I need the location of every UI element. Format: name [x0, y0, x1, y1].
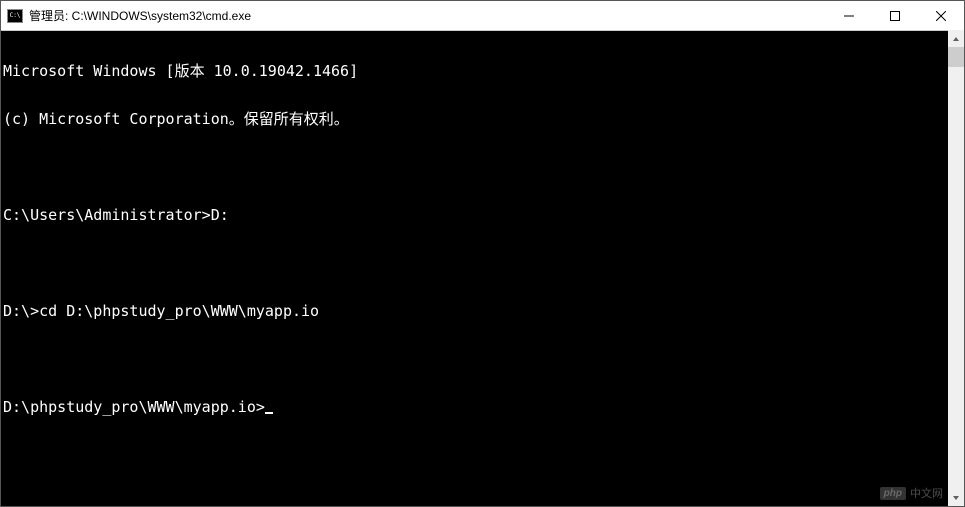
window-controls [826, 1, 964, 30]
chevron-up-icon [952, 35, 960, 43]
scroll-down-button[interactable] [948, 489, 964, 506]
watermark: php 中文网 [880, 485, 943, 501]
cursor [265, 412, 273, 414]
titlebar[interactable]: 管理员: C:\WINDOWS\system32\cmd.exe [1, 1, 964, 31]
maximize-icon [890, 11, 900, 21]
terminal-line: Microsoft Windows [版本 10.0.19042.1466] [3, 63, 962, 79]
terminal-line [3, 255, 962, 271]
prompt: D:\> [3, 302, 39, 320]
watermark-text: 中文网 [910, 485, 943, 501]
terminal-line: (c) Microsoft Corporation。保留所有权利。 [3, 111, 962, 127]
terminal-line: D:\>cd D:\phpstudy_pro\WWW\myapp.io [3, 303, 962, 319]
maximize-button[interactable] [872, 1, 918, 30]
cmd-window: 管理员: C:\WINDOWS\system32\cmd.exe Microso… [0, 0, 965, 507]
terminal-line [3, 159, 962, 175]
terminal-area[interactable]: Microsoft Windows [版本 10.0.19042.1466] (… [1, 31, 964, 506]
chevron-down-icon [952, 494, 960, 502]
titlebar-left: 管理员: C:\WINDOWS\system32\cmd.exe [7, 7, 251, 24]
close-icon [936, 11, 946, 21]
scroll-up-button[interactable] [948, 30, 964, 47]
window-title: 管理员: C:\WINDOWS\system32\cmd.exe [29, 7, 251, 24]
prompt: C:\Users\Administrator> [3, 206, 211, 224]
scroll-thumb[interactable] [948, 47, 964, 67]
minimize-icon [844, 11, 854, 21]
terminal-line [3, 351, 962, 367]
command-text: cd D:\phpstudy_pro\WWW\myapp.io [39, 302, 319, 320]
watermark-logo: php [880, 487, 906, 500]
prompt: D:\phpstudy_pro\WWW\myapp.io> [3, 398, 265, 416]
terminal-line: C:\Users\Administrator>D: [3, 207, 962, 223]
command-text: D: [211, 206, 229, 224]
cmd-icon [7, 9, 23, 23]
terminal-line: D:\phpstudy_pro\WWW\myapp.io> [3, 399, 962, 415]
vertical-scrollbar[interactable] [948, 30, 964, 506]
scroll-track[interactable] [948, 47, 964, 489]
minimize-button[interactable] [826, 1, 872, 30]
close-button[interactable] [918, 1, 964, 30]
